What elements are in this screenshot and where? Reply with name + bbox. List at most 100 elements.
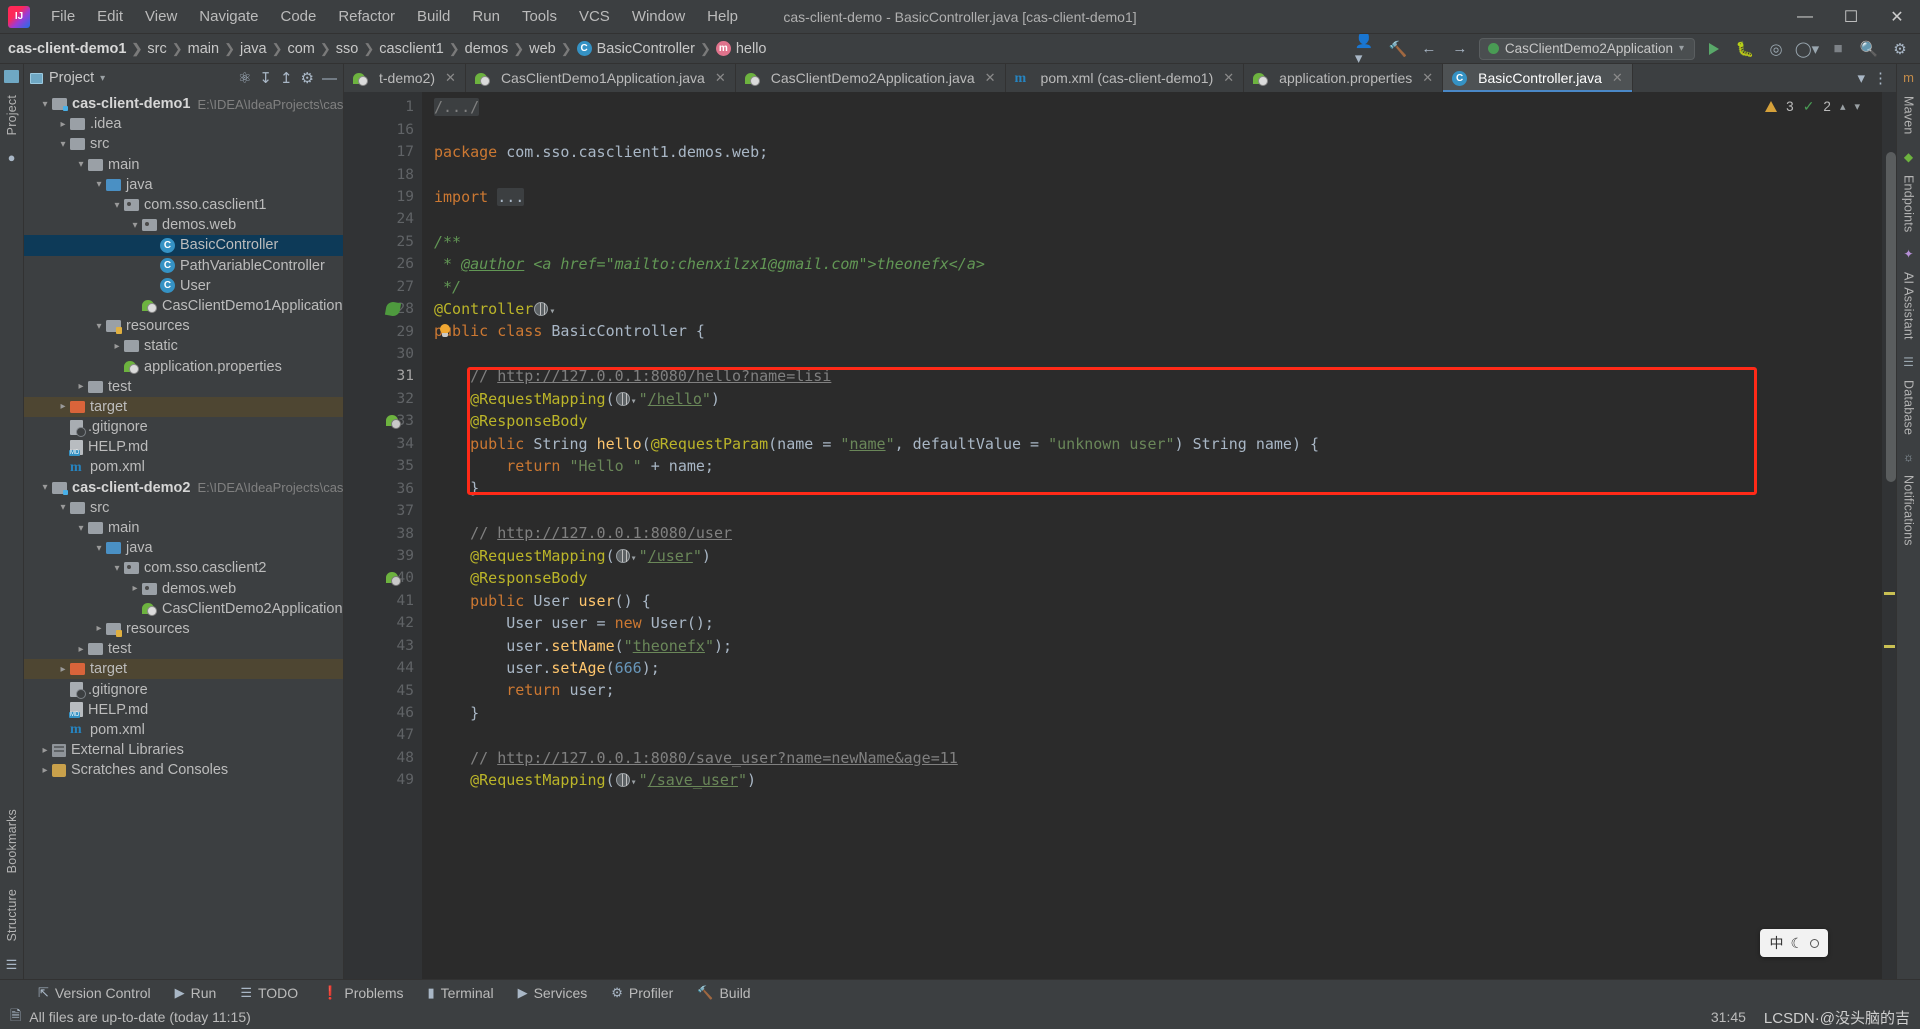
- endpoints-icon[interactable]: ◆: [1904, 150, 1913, 164]
- editor-tab-bar[interactable]: t-demo2) ✕ CasClientDemo1Application.java ✕…: [344, 64, 1896, 92]
- project-tree[interactable]: ▾ cas-client-demo1 E:\IDEA\IdeaProjects\ca…: [24, 92, 343, 979]
- chevron-down-icon[interactable]: ▾: [1854, 100, 1860, 113]
- chevron-right-icon[interactable]: ▸: [128, 583, 142, 594]
- tree-item-target[interactable]: ▸ target: [24, 659, 343, 680]
- breadcrumb-item-7[interactable]: demos ❯: [465, 41, 529, 57]
- gutter-line-19[interactable]: 19: [344, 186, 422, 208]
- chevron-down-icon[interactable]: ▾: [92, 321, 106, 332]
- breadcrumb-item-1[interactable]: src ❯: [147, 41, 187, 57]
- fold-marker[interactable]: ▾: [422, 545, 424, 567]
- close-icon[interactable]: ✕: [1612, 70, 1623, 86]
- gutter-line-48[interactable]: 48: [344, 747, 422, 769]
- chevron-down-icon[interactable]: ▾: [92, 179, 106, 190]
- gutter-line-41[interactable]: 41: [344, 590, 422, 612]
- tree-item-gitignore[interactable]: .gitignore: [24, 679, 343, 700]
- fold-marker[interactable]: │: [422, 433, 424, 455]
- tool-window-endpoints[interactable]: Endpoints: [1902, 168, 1916, 239]
- editor-vertical-scrollbar[interactable]: [1886, 152, 1896, 482]
- profiler-icon[interactable]: ◯▾: [1795, 38, 1819, 60]
- tree-item-cas-client-demo1[interactable]: ▾ cas-client-demo1 E:\IDEA\IdeaProjects\ca…: [24, 94, 343, 114]
- menu-item-refactor[interactable]: Refactor: [327, 4, 406, 29]
- fold-marker[interactable]: ▴: [422, 702, 424, 724]
- tree-item-src[interactable]: ▾ src: [24, 134, 343, 154]
- more-options-icon[interactable]: ⋮: [1873, 69, 1888, 87]
- locate-file-icon[interactable]: ⚛: [238, 69, 251, 87]
- gutter-line-1[interactable]: 1: [344, 96, 422, 118]
- menu-item-run[interactable]: Run: [461, 4, 511, 29]
- editor-tab-casclientdemo2application-java[interactable]: CasClientDemo2Application.java ✕: [736, 64, 1006, 92]
- fold-marker[interactable]: ▾: [422, 388, 424, 410]
- chevron-down-icon[interactable]: ▾: [74, 523, 88, 534]
- code-line-49[interactable]: @RequestMapping(▾ "/save_user"): [422, 769, 1882, 791]
- bottom-tab-terminal[interactable]: ▮ Terminal: [416, 985, 506, 1001]
- bottom-tab-services[interactable]: ▶ Services: [506, 985, 600, 1001]
- code-line-27[interactable]: */: [422, 276, 1882, 298]
- notifications-bell-icon[interactable]: ☼: [1903, 450, 1914, 464]
- ime-status-pill[interactable]: 中 ☾: [1760, 929, 1828, 957]
- code-line-25[interactable]: /**: [422, 231, 1882, 253]
- code-line-19[interactable]: import ...: [422, 186, 1882, 208]
- gutter-line-31[interactable]: 31: [344, 365, 422, 387]
- hammer-build-icon[interactable]: 🔨: [1386, 38, 1410, 60]
- tree-item-resources[interactable]: ▸ resources: [24, 619, 343, 639]
- menu-item-code[interactable]: Code: [269, 4, 327, 29]
- gutter-line-40[interactable]: 40: [344, 567, 422, 589]
- chevron-down-icon[interactable]: ▾: [74, 159, 88, 170]
- debug-icon[interactable]: 🐛: [1733, 38, 1757, 60]
- tree-item-help-md[interactable]: HELP.md: [24, 437, 343, 457]
- chevron-down-icon[interactable]: ▾: [92, 543, 106, 554]
- tree-item-main[interactable]: ▾ main: [24, 518, 343, 538]
- tree-item-pom-xml[interactable]: m pom.xml: [24, 720, 343, 740]
- chevron-down-icon[interactable]: ▾: [56, 139, 70, 150]
- code-line-46[interactable]: }: [422, 702, 1882, 724]
- menu-item-help[interactable]: Help: [696, 4, 749, 29]
- tree-item-basiccontroller[interactable]: C BasicController: [24, 235, 343, 256]
- tool-window-structure[interactable]: Structure: [5, 882, 19, 949]
- code-line-35[interactable]: return "Hello " + name;: [422, 455, 1882, 477]
- code-line-36[interactable]: }: [422, 477, 1882, 499]
- gutter-line-27[interactable]: 27: [344, 276, 422, 298]
- fold-marker[interactable]: │: [422, 590, 424, 612]
- code-line-43[interactable]: user.setName("theonefx");: [422, 635, 1882, 657]
- code-line-32[interactable]: @RequestMapping(▾ "/hello"): [422, 388, 1882, 410]
- tree-item-test[interactable]: ▸ test: [24, 377, 343, 397]
- code-line-40[interactable]: @ResponseBody: [422, 567, 1882, 589]
- chevron-down-icon[interactable]: ▾: [56, 502, 70, 513]
- stop-icon[interactable]: ■: [1826, 38, 1850, 60]
- inspection-widget[interactable]: 3 ✓ 2 ▴ ▾: [1765, 98, 1860, 115]
- code-line-1[interactable]: /.../: [422, 96, 1882, 118]
- gutter-line-47[interactable]: 47: [344, 724, 422, 746]
- editor-tab-casclientdemo1application-java[interactable]: CasClientDemo1Application.java ✕: [466, 64, 736, 92]
- chevron-right-icon[interactable]: ▸: [92, 623, 106, 634]
- menu-item-file[interactable]: File: [40, 4, 86, 29]
- menu-item-navigate[interactable]: Navigate: [188, 4, 269, 29]
- tree-item-help-md[interactable]: HELP.md: [24, 700, 343, 720]
- breadcrumb-item-6[interactable]: casclient1 ❯: [379, 41, 464, 57]
- code-line-26[interactable]: * @author <a href="mailto:chenxilzx1@gma…: [422, 253, 1882, 275]
- chevron-down-icon[interactable]: ▾: [38, 482, 52, 493]
- intention-bulb-icon[interactable]: [438, 323, 452, 340]
- maven-icon[interactable]: m: [1903, 70, 1914, 85]
- commit-icon[interactable]: ●: [8, 150, 16, 165]
- gutter-line-36[interactable]: 36: [344, 477, 422, 499]
- code-line-18[interactable]: [422, 163, 1882, 185]
- code-line-37[interactable]: [422, 500, 1882, 522]
- close-icon[interactable]: ✕: [985, 70, 996, 86]
- gutter-line-35[interactable]: 35: [344, 455, 422, 477]
- code-line-41[interactable]: public User user() {: [422, 590, 1882, 612]
- chevron-down-icon[interactable]: ▾: [38, 99, 52, 110]
- tree-item-pathvariablecontroller[interactable]: C PathVariableController: [24, 256, 343, 276]
- breadcrumb-item-0[interactable]: cas-client-demo1 ❯: [8, 41, 147, 57]
- menu-item-build[interactable]: Build: [406, 4, 461, 29]
- fold-marker[interactable]: │: [422, 567, 424, 589]
- code-line-29[interactable]: public class BasicController {: [422, 320, 1882, 342]
- editor-tab-pom-xml-cas-client-demo1[interactable]: m pom.xml (cas-client-demo1) ✕: [1006, 64, 1245, 92]
- tree-item-gitignore[interactable]: .gitignore: [24, 417, 343, 437]
- gutter-line-42[interactable]: 42: [344, 612, 422, 634]
- gutter-line-45[interactable]: 45: [344, 679, 422, 701]
- bottom-tool-bar[interactable]: ⇱ Version Control ▶ Run ☰ TODO ❗ Problems ▮ Termi…: [0, 979, 1920, 1005]
- spring-bean-icon[interactable]: [386, 571, 401, 587]
- circle-icon[interactable]: [1810, 938, 1819, 948]
- menu-item-window[interactable]: Window: [621, 4, 696, 29]
- chevron-up-icon[interactable]: ▴: [1840, 100, 1846, 113]
